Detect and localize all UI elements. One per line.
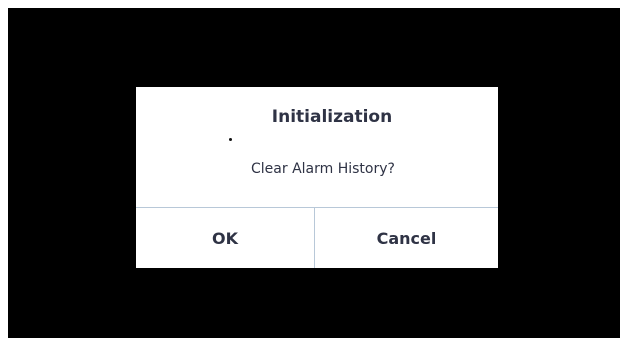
- ok-button[interactable]: OK: [136, 208, 314, 268]
- dialog-title: Initialization: [271, 107, 393, 127]
- screen-background: Initialization Clear Alarm History? OK C…: [8, 8, 620, 338]
- cancel-button[interactable]: Cancel: [315, 208, 498, 268]
- bullet-dot: [229, 138, 232, 141]
- confirmation-dialog: Initialization Clear Alarm History? OK C…: [136, 87, 498, 268]
- dialog-message: Clear Alarm History?: [251, 161, 395, 177]
